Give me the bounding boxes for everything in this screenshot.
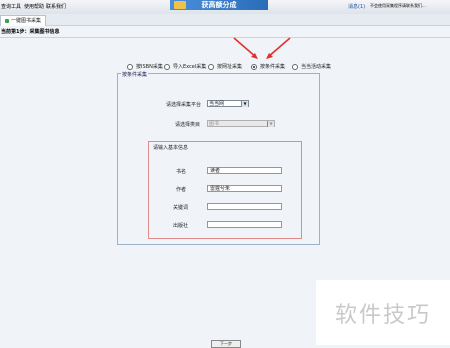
gift-icon bbox=[174, 1, 186, 9]
platform-select[interactable]: 当当网 ▼ bbox=[207, 100, 249, 107]
radio-label: 当当活动采集 bbox=[301, 64, 332, 70]
toolbar-item-help[interactable]: 使用帮助 bbox=[24, 3, 44, 10]
platform-value: 当当网 bbox=[209, 101, 225, 107]
category-value: 图书 bbox=[209, 121, 220, 127]
radio-label: 按ISBN采集 bbox=[136, 64, 163, 70]
category-label: 请选择类目 bbox=[175, 122, 201, 128]
annotation-arrows bbox=[233, 37, 291, 59]
condition-panel: 按条件采集 请选择采集平台 当当网 ▼ 请选择类目 图书 ▼ 请输入基本信息 书… bbox=[117, 71, 320, 245]
help-notice: 不会使用采集程序请联系我们... bbox=[370, 3, 426, 8]
radio-excel[interactable]: 导入Excel采集 bbox=[164, 63, 206, 70]
publisher-input[interactable] bbox=[207, 221, 282, 228]
next-button[interactable]: 下一步 bbox=[211, 340, 241, 348]
radio-isbn[interactable]: 按ISBN采集 bbox=[127, 63, 163, 70]
tab-strip: 一键图书采集 bbox=[0, 14, 450, 26]
divider bbox=[0, 37, 450, 38]
radio-icon bbox=[292, 63, 298, 70]
radio-condition[interactable]: 按条件采集 bbox=[251, 63, 285, 70]
chevron-down-icon: ▼ bbox=[267, 121, 274, 127]
field-label-publisher: 出版社 bbox=[173, 223, 189, 229]
category-select[interactable]: 图书 ▼ bbox=[207, 120, 275, 127]
tab-book-collect[interactable]: 一键图书采集 bbox=[0, 15, 47, 26]
book-title-input[interactable]: 读者 bbox=[207, 167, 282, 174]
basic-info-title: 请输入基本信息 bbox=[153, 145, 189, 151]
keyword-input[interactable] bbox=[207, 203, 282, 210]
field-label-author: 作者 bbox=[176, 187, 187, 193]
chevron-down-icon: ▼ bbox=[241, 101, 248, 107]
arrow-right bbox=[267, 37, 291, 58]
radio-label: 导入Excel采集 bbox=[173, 64, 207, 70]
panel-legend: 按条件采集 bbox=[121, 71, 149, 78]
banner-text: 获高额分成 bbox=[201, 1, 237, 9]
top-toolbar: 查询工具 使用帮助 联系我们 获高额分成 消息(1) 不会使用采集程序请联系我们… bbox=[0, 0, 450, 15]
watermark: 软件技巧 bbox=[316, 280, 450, 345]
basic-info-group: 请输入基本信息 书名 读者 作者 雷霆兮朱 关键词 出版社 bbox=[148, 141, 302, 239]
tab-label: 一键图书采集 bbox=[11, 18, 42, 24]
radio-dangdang-activity[interactable]: 当当活动采集 bbox=[292, 63, 331, 70]
breadcrumb: 当前第1步：采集图书信息 bbox=[1, 29, 60, 35]
radio-icon bbox=[127, 63, 133, 70]
toolbar-item-query-tools[interactable]: 查询工具 bbox=[1, 3, 21, 10]
author-input[interactable]: 雷霆兮朱 bbox=[207, 185, 282, 192]
radio-label: 按条件采集 bbox=[260, 64, 286, 70]
radio-url[interactable]: 按网址采集 bbox=[208, 63, 242, 70]
field-label-keyword: 关键词 bbox=[173, 205, 189, 211]
radio-icon bbox=[164, 63, 170, 70]
promo-banner[interactable]: 获高额分成 bbox=[170, 0, 268, 10]
page-icon bbox=[5, 18, 9, 23]
radio-icon bbox=[208, 63, 214, 70]
toolbar-item-contact[interactable]: 联系我们 bbox=[46, 3, 66, 10]
field-label-title: 书名 bbox=[176, 169, 187, 175]
radio-label: 按网址采集 bbox=[217, 64, 243, 70]
messages-link[interactable]: 消息(1) bbox=[348, 3, 365, 10]
arrow-left bbox=[233, 37, 257, 58]
radio-selected-icon bbox=[251, 63, 257, 70]
platform-label: 请选择采集平台 bbox=[166, 102, 202, 108]
